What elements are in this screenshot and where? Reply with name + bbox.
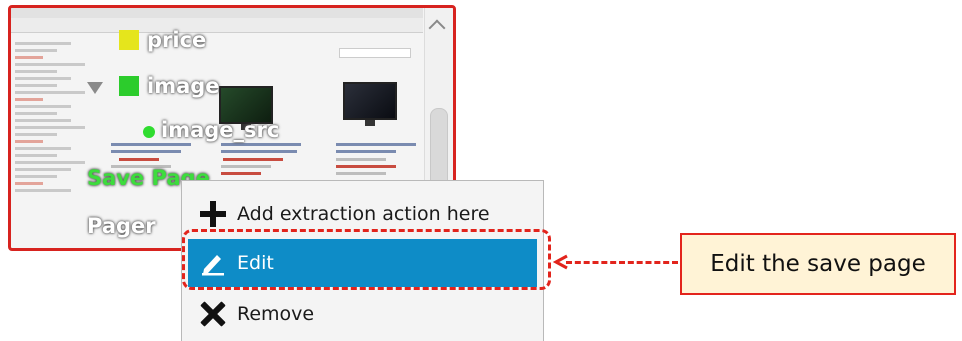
preview-nav-bar bbox=[11, 18, 423, 33]
callout-text: Edit the save page bbox=[710, 251, 926, 277]
menu-item-remove[interactable]: Remove bbox=[182, 289, 543, 339]
scroll-up-arrow-icon[interactable] bbox=[428, 19, 446, 37]
menu-item-label: Add extraction action here bbox=[237, 203, 490, 225]
price-color-swatch bbox=[119, 30, 139, 50]
image-src-dot bbox=[143, 126, 155, 138]
monitor-image bbox=[343, 82, 397, 126]
collapse-triangle-icon[interactable] bbox=[87, 82, 103, 94]
callout-arrow bbox=[566, 261, 678, 264]
callout-box: Edit the save page bbox=[680, 233, 956, 295]
preview-sidebar bbox=[15, 38, 85, 196]
selector-image-src[interactable]: image_src bbox=[161, 118, 279, 142]
plus-icon bbox=[200, 201, 226, 227]
menu-item-label: Remove bbox=[237, 303, 315, 325]
image-color-swatch bbox=[119, 76, 139, 96]
preview-top-bar bbox=[11, 8, 423, 18]
preview-sort-box bbox=[339, 48, 411, 58]
selector-price[interactable]: price bbox=[147, 28, 206, 52]
x-icon bbox=[200, 301, 226, 327]
selector-image[interactable]: image bbox=[147, 74, 220, 98]
selector-pager[interactable]: Pager bbox=[87, 214, 156, 238]
edit-highlight-outline bbox=[182, 229, 551, 290]
